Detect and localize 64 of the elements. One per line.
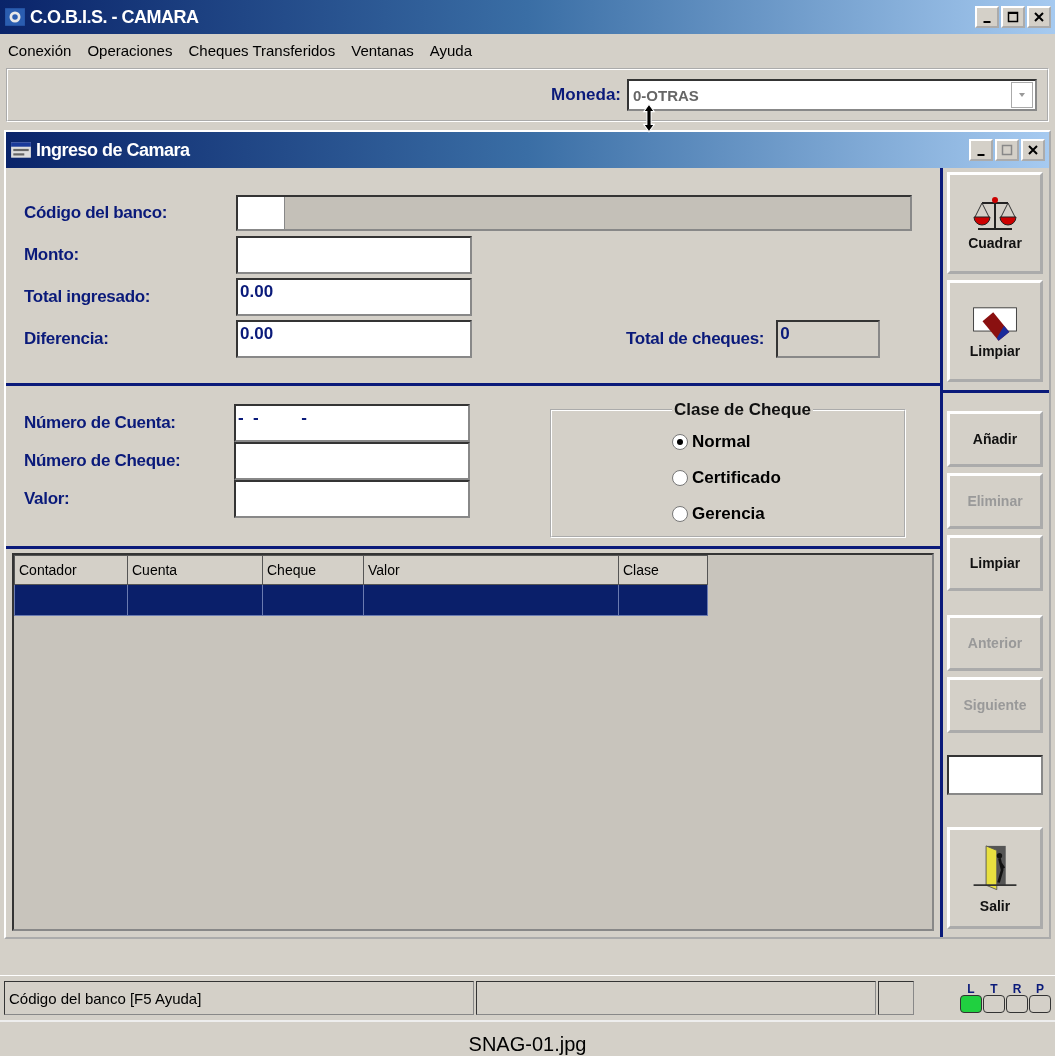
menu-item[interactable]: Operaciones <box>87 41 173 59</box>
close-button[interactable] <box>1027 6 1051 28</box>
radio-button[interactable] <box>672 434 688 450</box>
status-panel <box>878 981 914 1015</box>
status-text: Código del banco [F5 Ayuda] <box>4 981 474 1015</box>
total-checks-field: 0 <box>776 320 881 358</box>
maximize-button[interactable] <box>1001 6 1025 28</box>
input-field[interactable]: - - - <box>234 404 470 442</box>
indicator-label: P <box>1036 983 1044 995</box>
exit-button[interactable]: Salir <box>947 827 1043 929</box>
radio-button[interactable] <box>672 506 688 522</box>
action-button[interactable]: Limpiar <box>947 535 1043 591</box>
field-label: Total de cheques: <box>626 329 765 349</box>
maximize-icon <box>1001 144 1013 156</box>
currency-label: Moneda: <box>551 85 621 105</box>
close-icon <box>1027 144 1039 156</box>
radio-option[interactable]: Certificado <box>672 460 904 496</box>
column-header[interactable]: Clase <box>618 555 708 585</box>
input-field[interactable]: 0.00 <box>236 320 472 358</box>
column-header[interactable]: Cheque <box>262 555 364 585</box>
balance-button[interactable]: Cuadrar <box>947 172 1043 274</box>
field-label: Diferencia: <box>24 329 110 349</box>
input-field[interactable] <box>236 236 472 274</box>
maximize-icon <box>1007 11 1019 23</box>
action-button[interactable]: Añadir <box>947 411 1043 467</box>
app-icon <box>4 6 26 28</box>
form-icon <box>10 139 32 161</box>
column-header[interactable]: Cuenta <box>127 555 263 585</box>
input-field[interactable] <box>234 480 470 518</box>
indicator-label: L <box>967 983 975 995</box>
field-label: Total ingresado: <box>24 287 152 307</box>
minimize-icon <box>977 154 985 156</box>
bank-code-field[interactable] <box>238 197 285 229</box>
radio-button[interactable] <box>672 470 688 486</box>
close-icon <box>1033 11 1045 23</box>
field-label: Monto: <box>24 245 80 265</box>
menu-item[interactable]: Cheques Transferidos <box>188 41 336 59</box>
group-title: Clase de Cheque <box>673 400 812 420</box>
close-button[interactable] <box>1021 139 1045 161</box>
minimize-icon <box>983 21 991 23</box>
field-label: Número de Cuenta: <box>24 413 177 433</box>
indicator-label: R <box>1012 983 1022 995</box>
input-field[interactable]: 0.00 <box>236 278 472 316</box>
radio-option[interactable]: Normal <box>672 424 904 460</box>
clear-button[interactable]: Limpiar <box>947 280 1043 382</box>
menu-item[interactable]: Ventanas <box>351 41 414 59</box>
field-label: Código del banco: <box>24 203 169 223</box>
table-row[interactable] <box>14 584 708 616</box>
indicator-label: T <box>990 983 998 995</box>
input-field[interactable] <box>947 755 1043 795</box>
field-label: Valor: <box>24 489 71 509</box>
minimize-button[interactable] <box>969 139 993 161</box>
field-label: Número de Cheque: <box>24 451 182 471</box>
currency-dropdown[interactable]: 0-OTRAS <box>627 79 1037 111</box>
child-window-title: Ingreso de Camara <box>36 139 190 161</box>
minimize-button[interactable] <box>975 6 999 28</box>
column-header[interactable]: Contador <box>14 555 128 585</box>
image-caption: SNAG-01.jpg <box>468 1032 587 1056</box>
window-title: C.O.B.I.S. - CAMARA <box>30 6 199 28</box>
menu-item[interactable]: Ayuda <box>429 41 473 59</box>
radio-option[interactable]: Gerencia <box>672 496 904 532</box>
menu-item[interactable]: Conexión <box>8 41 72 59</box>
column-header[interactable]: Valor <box>363 555 619 585</box>
input-field[interactable] <box>234 442 470 480</box>
